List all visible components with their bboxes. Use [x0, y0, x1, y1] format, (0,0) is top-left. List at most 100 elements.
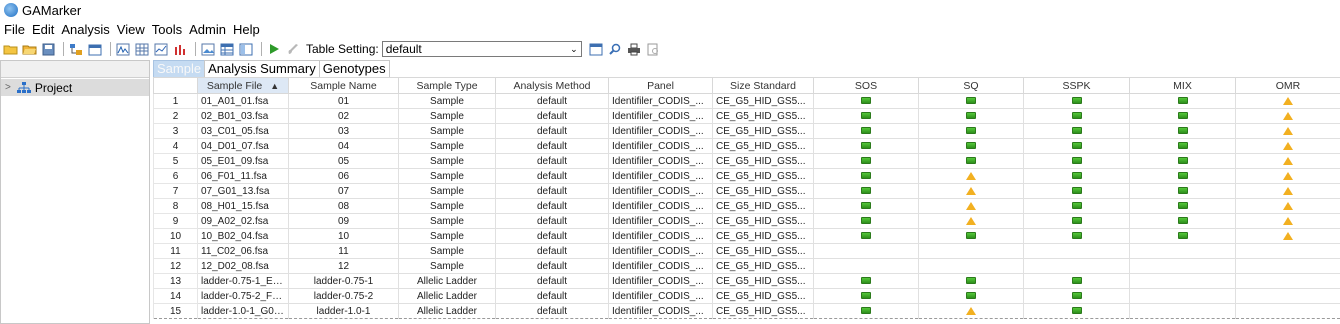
sos-flag-cell[interactable]	[813, 138, 919, 154]
table-row[interactable]: 8 08_H01_15.fsa 08 Sample default Identifiler…	[153, 198, 1340, 214]
column-header-mix[interactable]: MIX	[1129, 77, 1236, 94]
mix-flag-cell[interactable]	[1129, 258, 1236, 274]
table-row[interactable]: 10 10_B02_04.fsa 10 Sample default Identifile…	[153, 228, 1340, 244]
omr-flag-cell[interactable]	[1235, 123, 1340, 139]
column-header-analysis-method[interactable]: Analysis Method	[495, 77, 609, 94]
analysis-method-cell[interactable]: default	[495, 93, 609, 109]
analysis-method-cell[interactable]: default	[495, 168, 609, 184]
sspk-flag-cell[interactable]	[1023, 258, 1130, 274]
sq-flag-cell[interactable]	[918, 183, 1024, 199]
table-row[interactable]: 3 03_C01_05.fsa 03 Sample default Identifiler…	[153, 123, 1340, 139]
sspk-flag-cell[interactable]	[1023, 273, 1130, 289]
size-standard-cell[interactable]: CE_G5_HID_GS5...	[712, 183, 814, 199]
sample-file-cell[interactable]: 11_C02_06.fsa	[197, 243, 289, 259]
sq-flag-cell[interactable]	[918, 123, 1024, 139]
search-icon[interactable]	[607, 41, 623, 57]
sample-name-cell[interactable]: 09	[288, 213, 399, 229]
table-row[interactable]: 14 ladder-0.75-2_F02... ladder-0.75-2 Allel…	[153, 288, 1340, 304]
size-standard-cell[interactable]: CE_G5_HID_GS5...	[712, 228, 814, 244]
sq-flag-cell[interactable]	[918, 228, 1024, 244]
panel-cell[interactable]: Identifiler_CODIS_...	[608, 288, 713, 304]
run-analysis-icon[interactable]	[266, 41, 282, 57]
panel-cell[interactable]: Identifiler_CODIS_...	[608, 183, 713, 199]
size-standard-cell[interactable]: CE_G5_HID_GS5...	[712, 153, 814, 169]
mix-flag-cell[interactable]	[1129, 198, 1236, 214]
sample-type-cell[interactable]: Sample	[398, 183, 496, 199]
sample-type-cell[interactable]: Sample	[398, 228, 496, 244]
column-header-sos[interactable]: SOS	[813, 77, 919, 94]
new-folder-icon[interactable]	[2, 41, 18, 57]
omr-flag-cell[interactable]	[1235, 288, 1340, 304]
row-index-cell[interactable]: 12	[153, 258, 198, 274]
sq-flag-cell[interactable]	[918, 243, 1024, 259]
menu-tools[interactable]: Tools	[152, 22, 182, 37]
panel-cell[interactable]: Identifiler_CODIS_...	[608, 258, 713, 274]
sample-file-cell[interactable]: 04_D01_07.fsa	[197, 138, 289, 154]
column-header-sample-file[interactable]: Sample File ▲	[197, 77, 289, 94]
sspk-flag-cell[interactable]	[1023, 198, 1130, 214]
sos-flag-cell[interactable]	[813, 108, 919, 124]
column-header-omr[interactable]: OMR	[1235, 77, 1340, 94]
column-header-sample-name[interactable]: Sample Name	[288, 77, 399, 94]
sample-name-cell[interactable]: 02	[288, 108, 399, 124]
omr-flag-cell[interactable]	[1235, 168, 1340, 184]
table-row[interactable]: 4 04_D01_07.fsa 04 Sample default Identifiler…	[153, 138, 1340, 154]
sample-name-cell[interactable]: 05	[288, 153, 399, 169]
analysis-method-cell[interactable]: default	[495, 153, 609, 169]
panel-cell[interactable]: Identifiler_CODIS_...	[608, 198, 713, 214]
size-standard-cell[interactable]: CE_G5_HID_GS5...	[712, 243, 814, 259]
column-header-size-standard[interactable]: Size Standard	[712, 77, 814, 94]
analysis-method-cell[interactable]: default	[495, 303, 609, 319]
sample-type-cell[interactable]: Allelic Ladder	[398, 303, 496, 319]
mix-flag-cell[interactable]	[1129, 138, 1236, 154]
sample-type-cell[interactable]: Allelic Ladder	[398, 273, 496, 289]
sos-flag-cell[interactable]	[813, 198, 919, 214]
layout-icon[interactable]	[238, 41, 254, 57]
mix-flag-cell[interactable]	[1129, 108, 1236, 124]
analysis-method-cell[interactable]: default	[495, 198, 609, 214]
table-row[interactable]: 5 05_E01_09.fsa 05 Sample default Identifiler…	[153, 153, 1340, 169]
sample-file-cell[interactable]: 01_A01_01.fsa	[197, 93, 289, 109]
table-row[interactable]: 1 01_A01_01.fsa 01 Sample default Identifiler…	[153, 93, 1340, 109]
tab-analysis-summary[interactable]: Analysis Summary	[204, 60, 320, 77]
sample-name-cell[interactable]: 10	[288, 228, 399, 244]
grid-icon[interactable]	[134, 41, 150, 57]
panel-cell[interactable]: Identifiler_CODIS_...	[608, 273, 713, 289]
sspk-flag-cell[interactable]	[1023, 303, 1130, 319]
table-setting-icon[interactable]	[588, 41, 604, 57]
analysis-method-cell[interactable]: default	[495, 183, 609, 199]
size-standard-cell[interactable]: CE_G5_HID_GS5...	[712, 123, 814, 139]
menu-admin[interactable]: Admin	[189, 22, 226, 37]
column-header-panel[interactable]: Panel	[608, 77, 713, 94]
panel-cell[interactable]: Identifiler_CODIS_...	[608, 123, 713, 139]
omr-flag-cell[interactable]	[1235, 213, 1340, 229]
sq-flag-cell[interactable]	[918, 213, 1024, 229]
sample-name-cell[interactable]: 11	[288, 243, 399, 259]
sample-file-cell[interactable]: 09_A02_02.fsa	[197, 213, 289, 229]
window-icon[interactable]	[87, 41, 103, 57]
menu-file[interactable]: File	[4, 22, 25, 37]
table-row[interactable]: 2 02_B01_03.fsa 02 Sample default Identifiler…	[153, 108, 1340, 124]
sq-flag-cell[interactable]	[918, 138, 1024, 154]
tab-genotypes[interactable]: Genotypes	[318, 60, 390, 77]
sos-flag-cell[interactable]	[813, 168, 919, 184]
row-index-cell[interactable]: 15	[153, 303, 198, 319]
row-index-cell[interactable]: 13	[153, 273, 198, 289]
sample-file-cell[interactable]: 05_E01_09.fsa	[197, 153, 289, 169]
sample-type-cell[interactable]: Sample	[398, 243, 496, 259]
tree-node-project[interactable]: > Project	[1, 79, 149, 96]
sos-flag-cell[interactable]	[813, 228, 919, 244]
menu-help[interactable]: Help	[233, 22, 260, 37]
omr-flag-cell[interactable]	[1235, 198, 1340, 214]
mix-flag-cell[interactable]	[1129, 153, 1236, 169]
omr-flag-cell[interactable]	[1235, 138, 1340, 154]
sample-type-cell[interactable]: Sample	[398, 258, 496, 274]
sample-type-cell[interactable]: Sample	[398, 198, 496, 214]
analysis-method-cell[interactable]: default	[495, 228, 609, 244]
sample-type-cell[interactable]: Sample	[398, 93, 496, 109]
mix-flag-cell[interactable]	[1129, 273, 1236, 289]
panel-cell[interactable]: Identifiler_CODIS_...	[608, 153, 713, 169]
table-row[interactable]: 6 06_F01_11.fsa 06 Sample default Identifiler…	[153, 168, 1340, 184]
size-standard-cell[interactable]: CE_G5_HID_GS5...	[712, 303, 814, 319]
sq-flag-cell[interactable]	[918, 303, 1024, 319]
